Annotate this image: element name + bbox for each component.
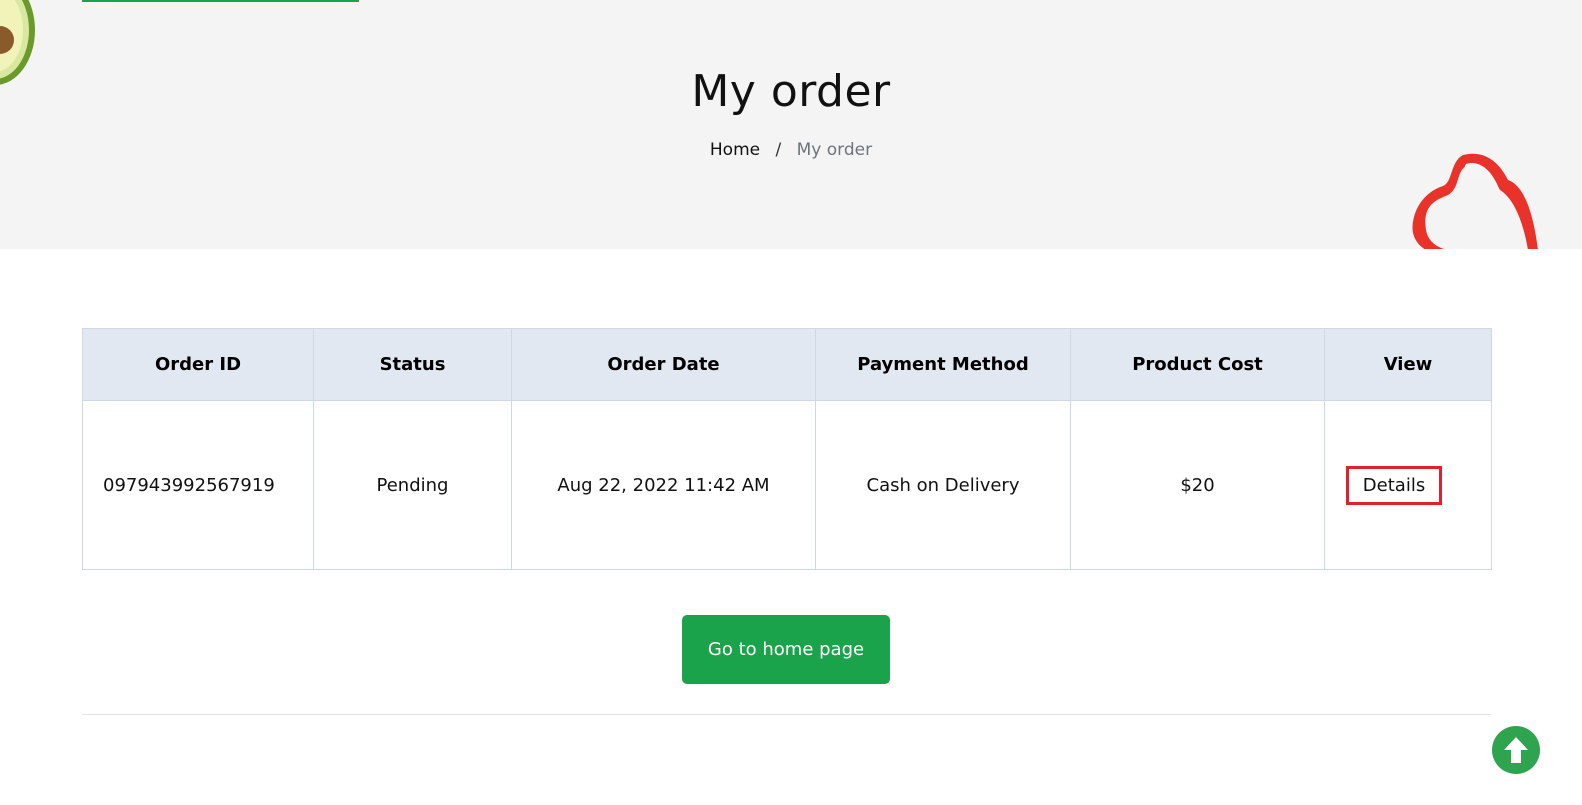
order-id-cell: 097943992567919: [82, 400, 314, 570]
breadcrumb: Home / My order: [0, 140, 1582, 160]
order-page: My order Home / My order Order ID Status…: [0, 0, 1582, 805]
orders-table: Order ID Status Order Date Payment Metho…: [82, 328, 1492, 570]
table-row: 097943992567919 Pending Aug 22, 2022 11:…: [82, 400, 1492, 570]
red-pepper-ring-image: [1412, 153, 1538, 249]
arrow-up-circle-icon: [1504, 737, 1528, 763]
status-cell: Pending: [313, 400, 512, 570]
order-date-cell: Aug 22, 2022 11:42 AM: [511, 400, 816, 570]
payment-method-cell: Cash on Delivery: [815, 400, 1071, 570]
view-cell: Details: [1324, 400, 1492, 570]
details-button[interactable]: Details: [1345, 465, 1443, 505]
page-title: My order: [691, 66, 891, 117]
breadcrumb-separator: /: [775, 140, 782, 160]
column-header-view: View: [1324, 328, 1492, 401]
footer-divider: [82, 714, 1491, 715]
go-home-button[interactable]: Go to home page: [682, 615, 890, 684]
column-header-status: Status: [313, 328, 512, 401]
breadcrumb-home-link[interactable]: Home: [710, 140, 760, 160]
scroll-to-top-button[interactable]: [1492, 726, 1540, 774]
top-accent-line: [82, 0, 359, 2]
column-header-product-cost: Product Cost: [1070, 328, 1325, 401]
column-header-payment-method: Payment Method: [815, 328, 1071, 401]
product-cost-cell: $20: [1070, 400, 1325, 570]
page-banner: My order Home / My order: [0, 0, 1582, 249]
breadcrumb-current: My order: [796, 140, 873, 160]
table-header-row: Order ID Status Order Date Payment Metho…: [82, 328, 1492, 401]
column-header-order-id: Order ID: [82, 328, 314, 401]
column-header-order-date: Order Date: [511, 328, 816, 401]
